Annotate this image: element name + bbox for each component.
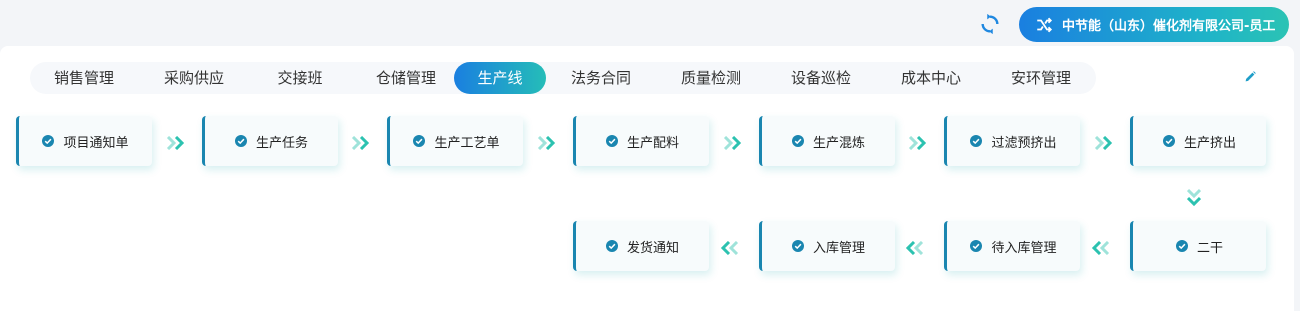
tab-cost-center[interactable]: 成本中心	[877, 62, 985, 94]
flow-node-label: 生产任务	[255, 135, 308, 151]
refresh-icon[interactable]	[979, 13, 1001, 35]
check-circle-icon	[970, 240, 983, 252]
flow-node-inbound-management[interactable]: 入库管理	[759, 221, 895, 271]
flow-node-label: 生产混炼	[812, 135, 865, 151]
flow-node-label: 生产配料	[626, 135, 679, 151]
tab-production-line[interactable]: 生产线	[454, 62, 546, 94]
check-circle-icon	[1162, 135, 1175, 147]
flow-node-label: 过滤预挤出	[991, 135, 1057, 151]
flow-node-project-notice[interactable]: 项目通知单	[16, 116, 152, 166]
flow-node-label: 入库管理	[812, 240, 865, 256]
double-chevron-left-icon	[720, 241, 739, 255]
tab-shift-handover[interactable]: 交接班	[250, 62, 350, 94]
check-circle-icon	[605, 135, 618, 147]
tab-equipment-patrol[interactable]: 设备巡检	[767, 62, 875, 94]
flow-node-batching[interactable]: 生产配料	[573, 116, 709, 166]
flow-node-production-task[interactable]: 生产任务	[202, 116, 338, 166]
flow-node-mixing[interactable]: 生产混炼	[759, 116, 895, 166]
user-account-button[interactable]: 中节能（山东）催化剂有限公司-员工	[1019, 7, 1289, 42]
tab-sales[interactable]: 销售管理	[30, 62, 138, 94]
double-chevron-left-icon	[905, 241, 924, 255]
tab-purchasing[interactable]: 采购供应	[140, 62, 248, 94]
check-circle-icon	[413, 135, 426, 147]
shuffle-icon	[1037, 17, 1053, 32]
flow-node-extrusion[interactable]: 生产挤出	[1130, 116, 1266, 166]
flow-node-process-sheet[interactable]: 生产工艺单	[387, 116, 523, 166]
flow-node-label: 生产挤出	[1183, 135, 1236, 151]
flow-node-label: 发货通知	[626, 240, 679, 256]
double-chevron-right-icon	[351, 136, 370, 150]
double-chevron-right-icon	[723, 136, 742, 150]
double-chevron-right-icon	[166, 136, 185, 150]
double-chevron-down-icon	[1187, 188, 1201, 207]
check-circle-icon	[42, 135, 55, 147]
double-chevron-right-icon	[908, 136, 927, 150]
pencil-icon[interactable]	[1243, 70, 1257, 84]
flow-node-filter-pre-extrusion[interactable]: 过滤预挤出	[944, 116, 1080, 166]
check-circle-icon	[1175, 240, 1188, 252]
flow-node-shipping-notice[interactable]: 发货通知	[573, 221, 709, 271]
flow-node-pending-inbound[interactable]: 待入库管理	[944, 221, 1080, 271]
double-chevron-right-icon	[537, 136, 556, 150]
tab-warehouse[interactable]: 仓储管理	[352, 62, 460, 94]
main-panel: 销售管理 采购供应 交接班 仓储管理 生产线 法务合同 质量检测 设备巡检 成本…	[0, 46, 1294, 311]
check-circle-icon	[791, 240, 804, 252]
double-chevron-right-icon	[1094, 136, 1113, 150]
flow-node-label: 生产工艺单	[434, 135, 500, 151]
module-tabs: 销售管理 采购供应 交接班 仓储管理 生产线 法务合同 质量检测 设备巡检 成本…	[30, 62, 1096, 94]
tab-safety-environment[interactable]: 安环管理	[987, 62, 1095, 94]
user-account-label: 中节能（山东）催化剂有限公司-员工	[1062, 19, 1276, 34]
check-circle-icon	[970, 135, 983, 147]
flow-node-label: 项目通知单	[63, 135, 129, 151]
double-chevron-left-icon	[1091, 241, 1110, 255]
flow-node-label: 待入库管理	[991, 240, 1057, 256]
flow-node-second-drying[interactable]: 二干	[1130, 221, 1266, 271]
tab-legal-contracts[interactable]: 法务合同	[547, 62, 655, 94]
flow-node-label: 二干	[1196, 240, 1223, 256]
check-circle-icon	[605, 240, 618, 252]
tab-quality-inspection[interactable]: 质量检测	[657, 62, 765, 94]
check-circle-icon	[791, 135, 804, 147]
check-circle-icon	[234, 135, 247, 147]
top-bar: 中节能（山东）催化剂有限公司-员工	[0, 0, 1300, 46]
